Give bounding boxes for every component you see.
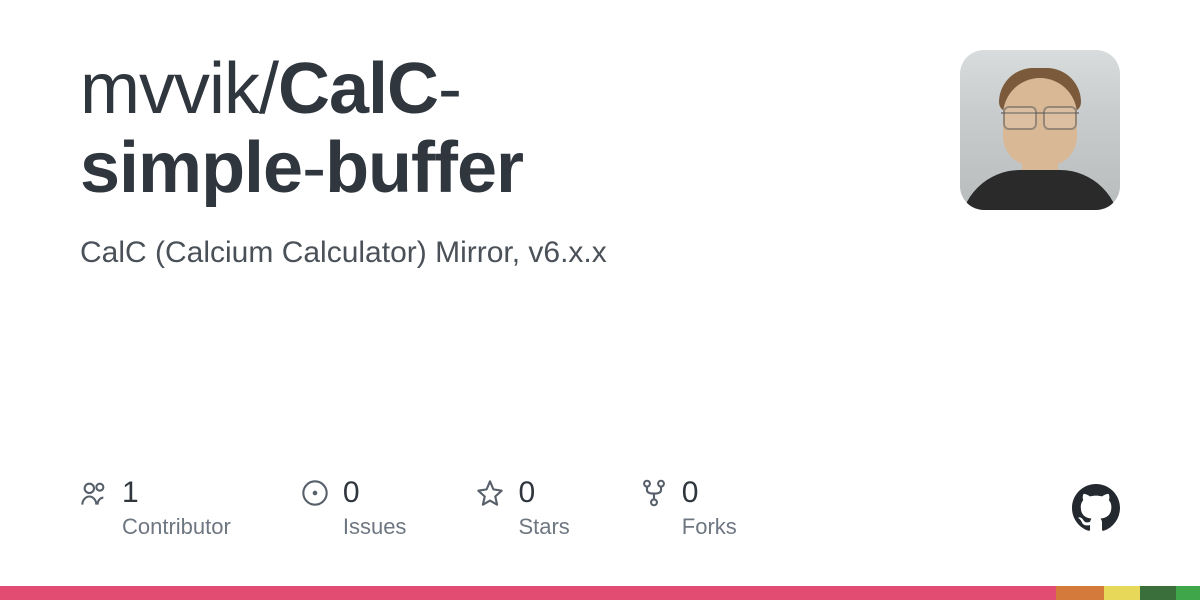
stat-contributors[interactable]: 1 Contributor [80,476,231,540]
stat-stars[interactable]: 0 Stars [476,476,569,540]
people-icon [80,479,108,507]
language-bar [0,586,1200,600]
stat-issues-label: Issues [343,514,407,540]
stat-stars-label: Stars [518,514,569,540]
repo-owner: mvvik [80,49,259,129]
language-segment [0,586,1056,600]
issue-icon [301,479,329,507]
stat-issues-value: 0 [343,476,360,510]
stat-contributors-label: Contributor [122,514,231,540]
repo-title-block: mvvik/CalC-simple-buffer CalC (Calcium C… [80,50,960,270]
repo-name-part1: CalC [278,49,438,129]
language-segment [1056,586,1104,600]
repo-name-part2: simple [80,128,302,208]
stat-issues[interactable]: 0 Issues [301,476,407,540]
stat-forks[interactable]: 0 Forks [640,476,737,540]
github-logo-icon[interactable] [1072,484,1120,532]
stat-contributors-value: 1 [122,476,139,510]
avatar[interactable] [960,50,1120,210]
stats-row: 1 Contributor 0 Issues 0 [80,476,1120,540]
language-segment [1140,586,1176,600]
language-segment [1176,586,1200,600]
stat-stars-value: 0 [518,476,535,510]
stat-forks-value: 0 [682,476,699,510]
fork-icon [640,479,668,507]
repo-name-part3: buffer [325,128,523,208]
repo-description: CalC (Calcium Calculator) Mirror, v6.x.x [80,236,920,270]
slash: / [259,49,278,129]
language-segment [1104,586,1140,600]
repo-name-dash1: - [438,49,461,129]
stat-forks-label: Forks [682,514,737,540]
star-icon [476,479,504,507]
repo-name-dash2: - [302,128,325,208]
repo-title[interactable]: mvvik/CalC-simple-buffer [80,50,920,208]
